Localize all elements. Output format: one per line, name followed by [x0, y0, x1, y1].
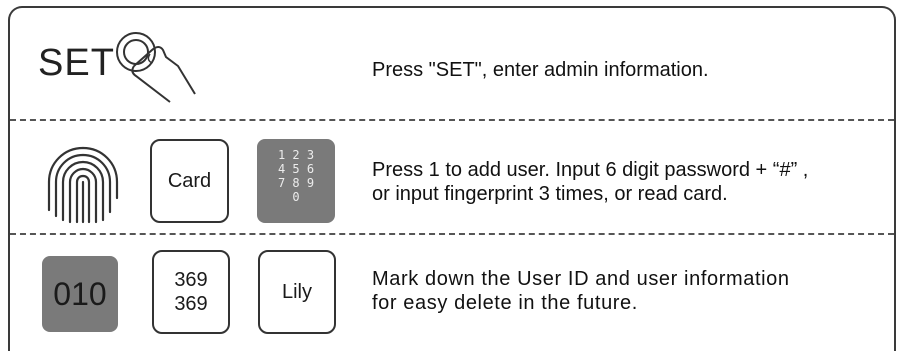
user-id-box: 010 [42, 256, 118, 332]
step2-instruction-line2: or input fingerprint 3 times, or read ca… [372, 183, 728, 205]
keypad-row-1: 1 2 3 [277, 148, 315, 162]
step1-instruction: Press "SET", enter admin information. [372, 59, 709, 81]
step3-instruction: Mark down the User ID and user informati… [372, 267, 790, 315]
set-label: SET [38, 42, 115, 84]
password-box: 369 369 [152, 250, 230, 334]
step3-instruction-line1: Mark down the User ID and user informati… [372, 268, 790, 290]
divider-1 [10, 119, 894, 121]
keypad-row-2: 4 5 6 [277, 162, 315, 176]
user-name-box: Lily [258, 250, 336, 334]
step3-instruction-line2: for easy delete in the future. [372, 292, 638, 314]
password-line2: 369 [174, 293, 208, 315]
keypad-row-3: 7 8 9 [277, 176, 315, 190]
fingerprint-icon [47, 146, 119, 224]
divider-2 [10, 233, 894, 235]
step2-instruction-line1: Press 1 to add user. Input 6 digit passw… [372, 159, 809, 181]
keypad-row-4: 0 [292, 190, 300, 204]
password-line1: 369 [174, 269, 208, 291]
step2-instruction: Press 1 to add user. Input 6 digit passw… [372, 158, 808, 206]
finger-press-icon [116, 32, 196, 103]
keypad-icon: 1 2 3 4 5 6 7 8 9 0 [257, 139, 335, 223]
card-box: Card [150, 139, 229, 223]
